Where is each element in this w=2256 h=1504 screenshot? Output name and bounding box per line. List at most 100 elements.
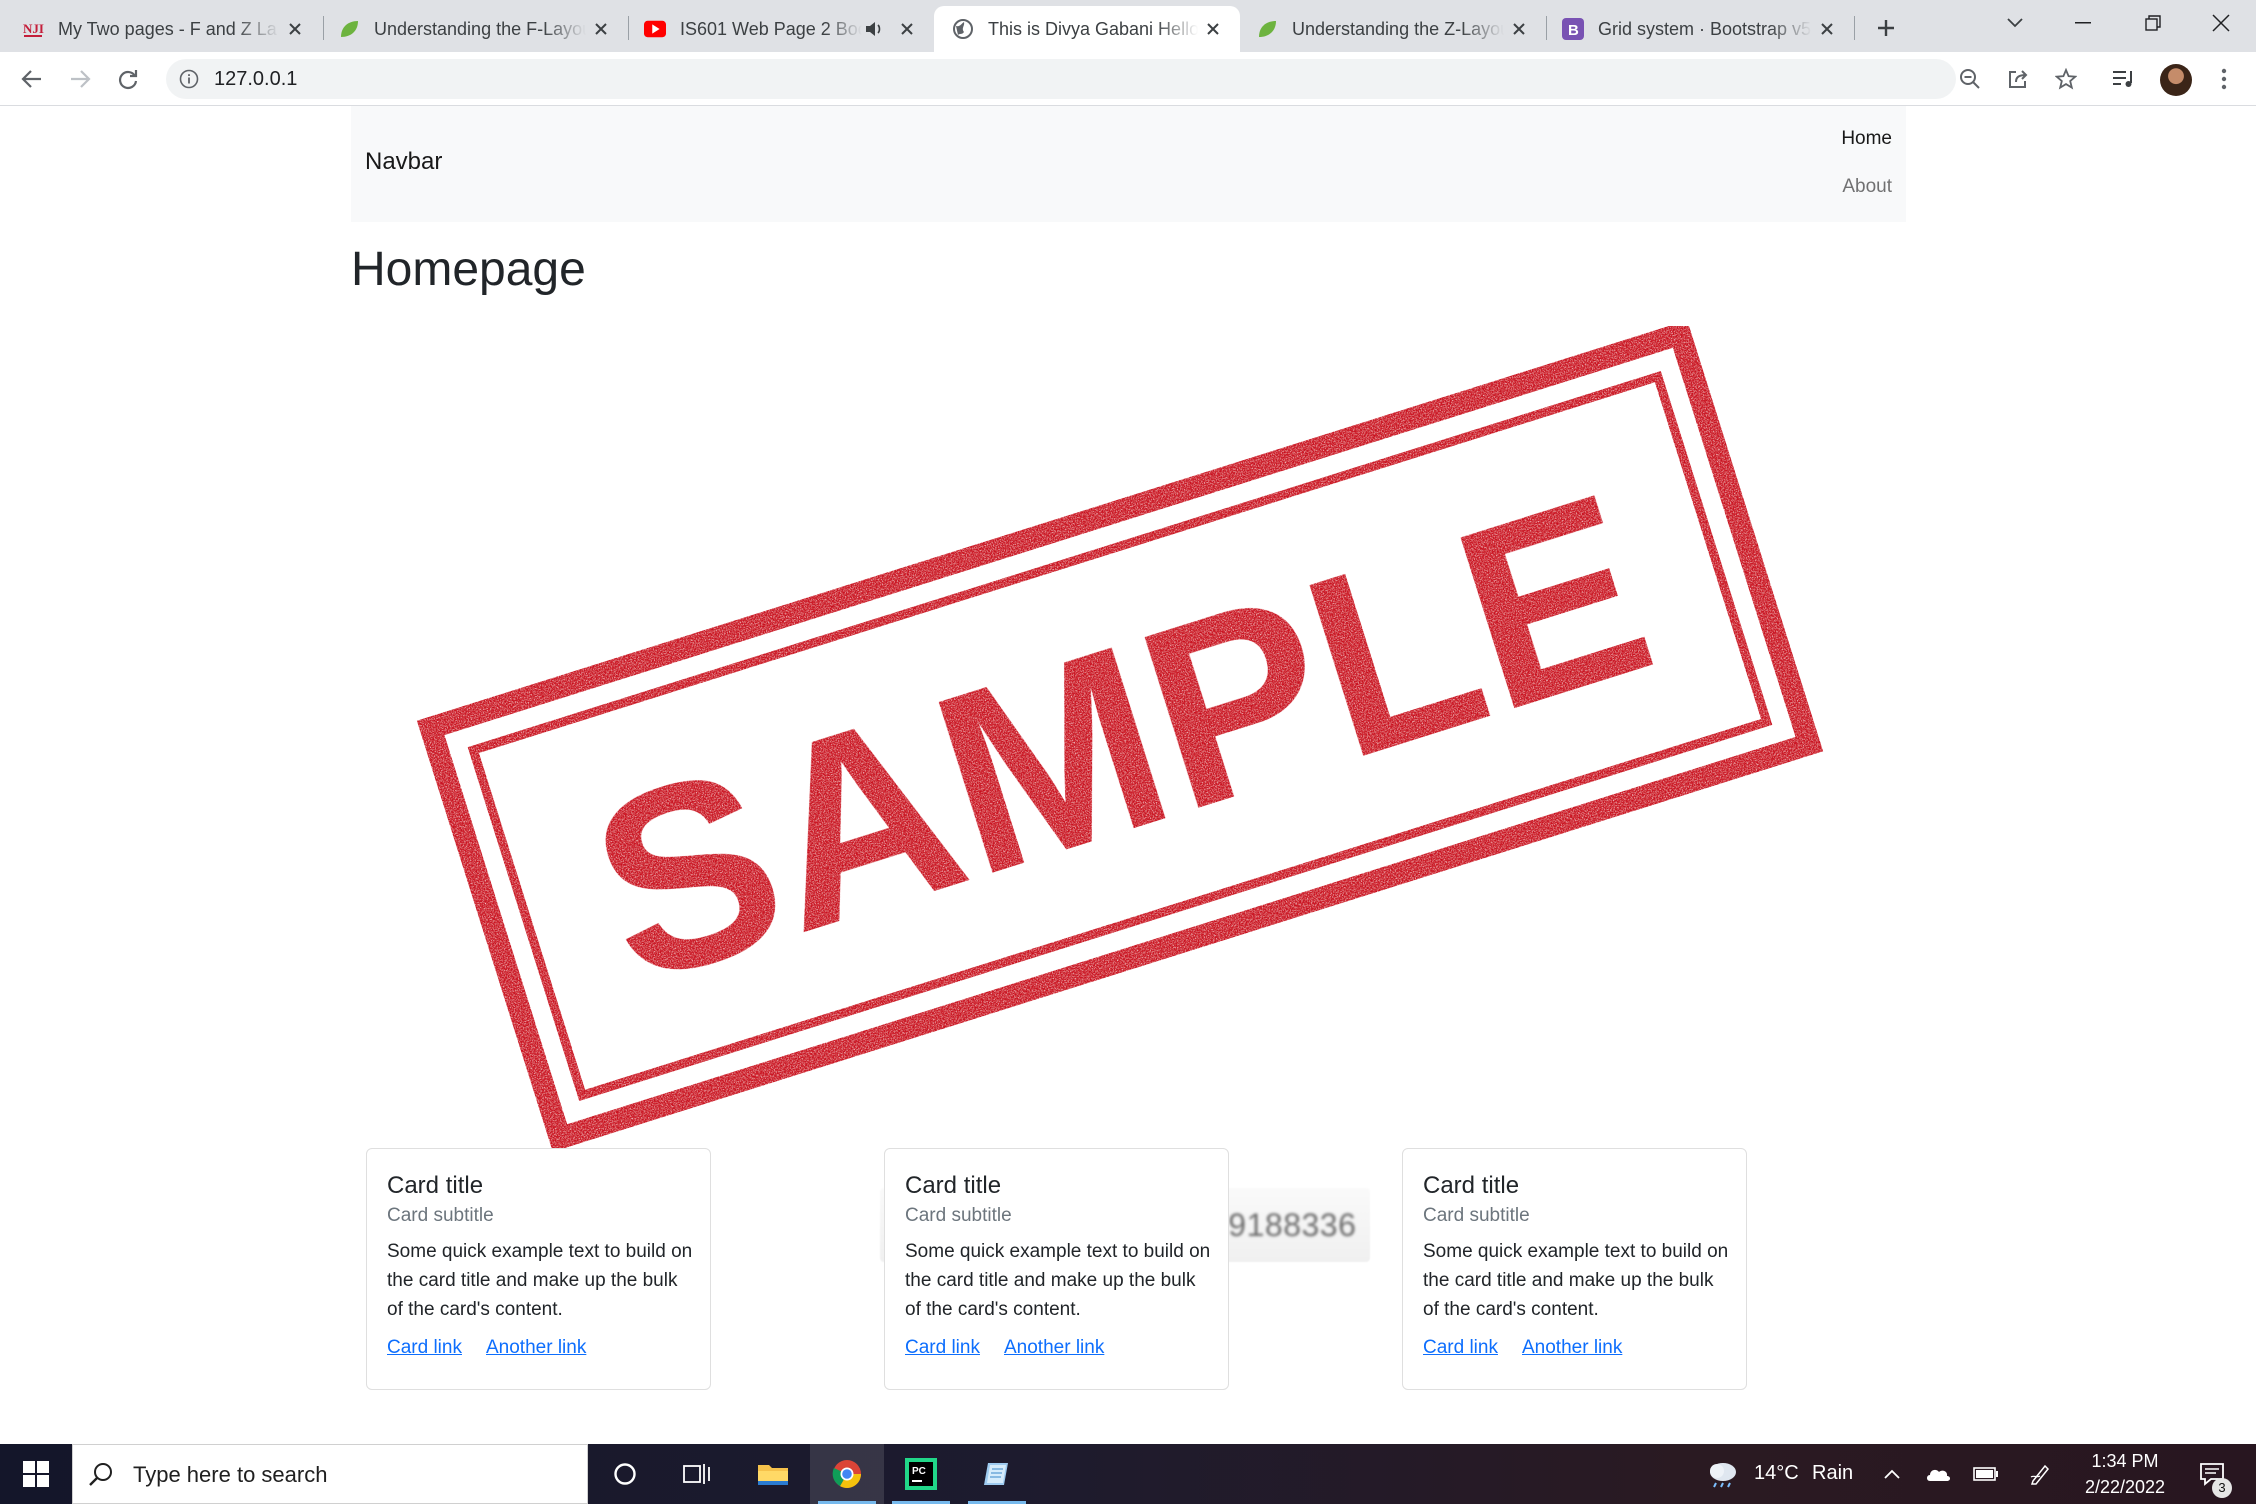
share-button[interactable] [2000, 61, 2036, 97]
tab-title: My Two pages - F and Z La [58, 18, 277, 39]
weather-icon[interactable] [1700, 1444, 1746, 1504]
minimize-button[interactable] [2048, 0, 2118, 46]
cortana-icon [614, 1463, 636, 1485]
weather-condition[interactable]: Rain [1812, 1462, 1853, 1485]
task-view-icon [683, 1464, 710, 1484]
card-title: Card title [905, 1172, 1002, 1199]
restore-icon [2145, 15, 2161, 31]
card-text: Some quick example text to build on the … [905, 1241, 1211, 1320]
tab-title: IS601 Web Page 2 Boo [680, 18, 862, 39]
close-tab-icon[interactable] [1198, 14, 1228, 44]
tab-title: This is Divya Gabani Hello [988, 18, 1198, 39]
folder-icon [758, 1465, 788, 1485]
leaf-favicon-icon [1256, 18, 1278, 40]
close-tab-icon[interactable] [892, 14, 922, 44]
navbar: Navbar Home About [351, 106, 1906, 222]
card-link[interactable]: Card link [905, 1337, 980, 1359]
url-text[interactable]: 127.0.0.1 [214, 68, 297, 91]
pycharm-icon: PC [905, 1458, 937, 1490]
card: Card title Card subtitle Some quick exam… [884, 1148, 1229, 1390]
tab-title: Grid system · Bootstrap v5 [1598, 18, 1812, 39]
nav-link-home[interactable]: Home [1841, 128, 1892, 150]
close-icon [2212, 14, 2230, 32]
arrow-right-icon [71, 70, 91, 88]
close-tab-icon[interactable] [1812, 14, 1842, 44]
task-view-button[interactable] [660, 1444, 734, 1504]
tab-is601-web-page[interactable]: IS601 Web Page 2 Boo [630, 6, 934, 52]
site-favicon-icon: NJIT [22, 18, 44, 40]
clock-date: 2/22/2022 [2084, 1477, 2166, 1497]
back-button[interactable] [14, 61, 50, 97]
onedrive-icon[interactable] [1918, 1444, 1958, 1504]
taskbar-search[interactable]: Type here to search [72, 1444, 588, 1504]
show-hidden-icons-button[interactable] [1872, 1444, 1912, 1504]
forward-button[interactable] [62, 61, 98, 97]
file-explorer-button[interactable] [736, 1444, 810, 1504]
card-subtitle: Card subtitle [1423, 1205, 1530, 1226]
star-icon [2055, 68, 2077, 90]
menu-button[interactable] [2206, 61, 2242, 97]
new-tab-button[interactable] [1868, 10, 1904, 46]
stamp-text: SAMPLE [562, 438, 1679, 1039]
navbar-brand[interactable]: Navbar [365, 148, 442, 176]
chrome-icon [832, 1460, 861, 1488]
start-button[interactable] [0, 1444, 72, 1504]
tab-understanding-z-layout[interactable]: Understanding the Z-Layou [1242, 6, 1546, 52]
close-tab-icon[interactable] [586, 14, 616, 44]
tab-grid-system-bootstrap[interactable]: B Grid system · Bootstrap v5 [1548, 6, 1854, 52]
svg-text:NJIT: NJIT [23, 21, 44, 36]
close-tab-icon[interactable] [1504, 14, 1534, 44]
another-link[interactable]: Another link [1004, 1337, 1104, 1359]
zoom-button[interactable] [1952, 61, 1988, 97]
svg-text:PC: PC [912, 1466, 926, 1477]
card-text: Some quick example text to build on the … [387, 1241, 693, 1320]
search-icon [89, 1463, 112, 1486]
restore-button[interactable] [2118, 0, 2188, 46]
page-title: Homepage [351, 243, 586, 296]
tab-divya-gabani[interactable]: This is Divya Gabani Hello [934, 6, 1240, 52]
bookmark-button[interactable] [2048, 61, 2084, 97]
info-icon[interactable] [176, 66, 202, 92]
card-link[interactable]: Card link [387, 1337, 462, 1359]
notepad-button[interactable] [960, 1444, 1034, 1504]
reload-button[interactable] [110, 61, 146, 97]
another-link[interactable]: Another link [486, 1337, 586, 1359]
profile-avatar[interactable] [2160, 64, 2192, 96]
close-tab-icon[interactable] [280, 14, 310, 44]
bootstrap-favicon-icon: B [1562, 18, 1584, 40]
media-control-icon [2113, 71, 2132, 87]
globe-favicon-icon [952, 18, 974, 40]
tab-divider [628, 16, 629, 40]
tab-title: Understanding the Z-Layou [1292, 18, 1504, 39]
zoom-out-icon [1960, 69, 1980, 89]
more-vertical-icon [2221, 68, 2227, 90]
tab-search-button[interactable] [1980, 0, 2050, 46]
close-window-button[interactable] [2186, 0, 2256, 46]
youtube-favicon-icon [644, 18, 666, 40]
chrome-button[interactable] [810, 1444, 884, 1504]
speaker-icon[interactable] [862, 17, 886, 41]
pen-icon[interactable] [2020, 1444, 2060, 1504]
card-text: Some quick example text to build on the … [1423, 1241, 1729, 1320]
svg-text:B: B [1568, 22, 1579, 39]
card-link[interactable]: Card link [1423, 1337, 1498, 1359]
reload-icon [118, 70, 138, 90]
battery-icon[interactable] [1966, 1444, 2006, 1504]
browser-toolbar: 127.0.0.1 [0, 52, 2256, 106]
windows-logo-icon [23, 1461, 49, 1487]
tab-my-two-pages[interactable]: NJIT My Two pages - F and Z La [0, 6, 322, 52]
chevron-up-icon [1884, 1469, 1900, 1479]
tab-divider [1546, 16, 1547, 40]
cortana-button[interactable] [588, 1444, 662, 1504]
reading-list-button[interactable] [2106, 61, 2142, 97]
nav-link-about[interactable]: About [1842, 176, 1892, 198]
weather-temp[interactable]: 14°C [1754, 1462, 1799, 1485]
hero-image: SAMPLE shutterstock.com · 1389188336 [410, 320, 1830, 1266]
card-title: Card title [387, 1172, 484, 1199]
address-bar[interactable]: 127.0.0.1 [166, 59, 1956, 99]
tab-understanding-f-layout[interactable]: Understanding the F-Layou [324, 6, 628, 52]
tab-strip: NJIT My Two pages - F and Z La Understan… [0, 0, 2256, 52]
pycharm-button[interactable]: PC [884, 1444, 958, 1504]
another-link[interactable]: Another link [1522, 1337, 1622, 1359]
system-clock[interactable]: 1:34 PM 2/22/2022 [2070, 1448, 2180, 1500]
